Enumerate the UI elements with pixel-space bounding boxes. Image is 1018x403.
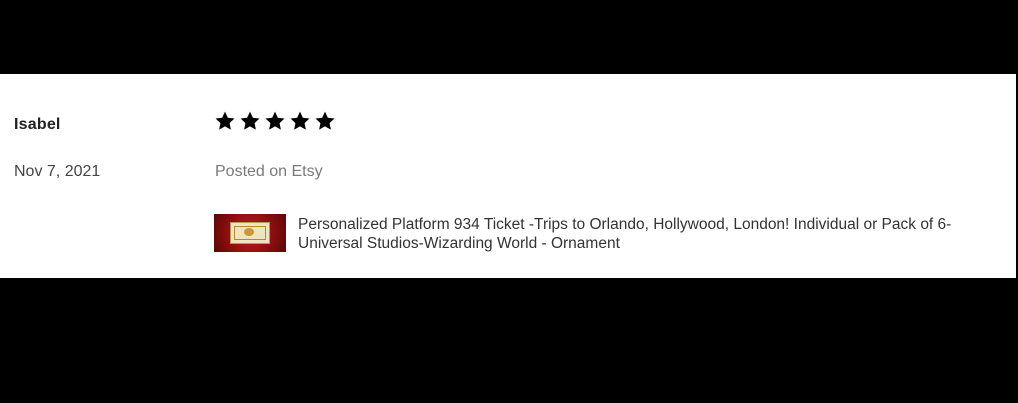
product-title[interactable]: Personalized Platform 934 Ticket -Trips … xyxy=(298,215,1004,253)
product-link[interactable]: Personalized Platform 934 Ticket -Trips … xyxy=(214,214,1004,254)
reviewer-name: Isabel xyxy=(14,116,61,133)
ticket-image xyxy=(230,222,270,244)
star-icon xyxy=(264,110,286,132)
star-icon xyxy=(239,110,261,132)
review-card: Isabel Nov 7, 2021 Posted on Etsy Person… xyxy=(0,74,1016,278)
star-icon xyxy=(314,110,336,132)
star-icon xyxy=(289,110,311,132)
star-rating xyxy=(214,110,336,132)
product-thumbnail[interactable] xyxy=(214,214,286,252)
screenshot-frame: Isabel Nov 7, 2021 Posted on Etsy Person… xyxy=(0,0,1018,403)
star-icon xyxy=(214,110,236,132)
review-date: Nov 7, 2021 xyxy=(14,163,101,180)
posted-on-label: Posted on Etsy xyxy=(215,163,323,180)
